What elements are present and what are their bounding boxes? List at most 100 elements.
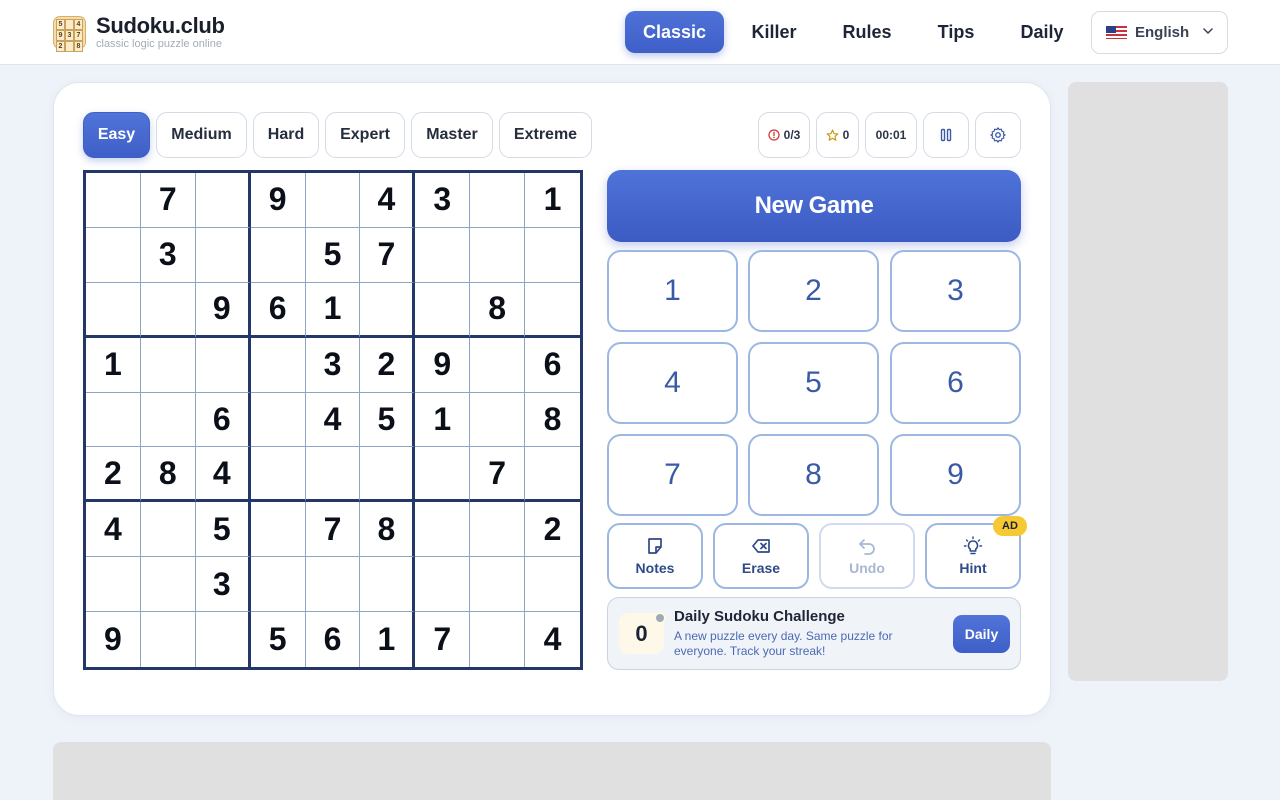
numpad-7[interactable]: 7 (607, 434, 738, 516)
numpad-6[interactable]: 6 (890, 342, 1021, 424)
board-cell[interactable]: 5 (195, 502, 251, 558)
board-cell[interactable] (470, 392, 526, 448)
numpad-4[interactable]: 4 (607, 342, 738, 424)
nav-classic[interactable]: Classic (625, 11, 724, 53)
board-cell[interactable] (470, 337, 526, 393)
erase-button[interactable]: Erase (713, 523, 809, 589)
board-cell[interactable] (250, 337, 306, 393)
board-cell[interactable] (360, 557, 416, 613)
board-cell[interactable]: 3 (195, 557, 251, 613)
daily-button[interactable]: Daily (953, 615, 1010, 653)
board-cell[interactable] (415, 282, 471, 338)
pause-button[interactable] (923, 112, 969, 158)
board-cell[interactable]: 4 (525, 612, 580, 667)
new-game-button[interactable]: New Game (607, 170, 1021, 242)
board-cell[interactable] (250, 502, 306, 558)
board-cell[interactable]: 8 (525, 393, 580, 448)
board-cell[interactable] (525, 228, 580, 283)
board-cell[interactable]: 1 (525, 173, 580, 228)
board-cell[interactable]: 9 (195, 282, 251, 338)
board-cell[interactable]: 8 (470, 282, 526, 338)
board-cell[interactable]: 2 (86, 447, 141, 503)
brand-title[interactable]: Sudoku.club (96, 13, 225, 39)
board-cell[interactable]: 8 (360, 502, 416, 558)
numpad-9[interactable]: 9 (890, 434, 1021, 516)
numpad-5[interactable]: 5 (748, 342, 879, 424)
board-cell[interactable]: 6 (250, 282, 306, 338)
difficulty-extreme[interactable]: Extreme (499, 112, 592, 158)
numpad-1[interactable]: 1 (607, 250, 738, 332)
board-cell[interactable] (525, 557, 580, 613)
board-cell[interactable]: 7 (305, 502, 361, 558)
nav-tips[interactable]: Tips (926, 11, 986, 53)
board-cell[interactable] (195, 173, 251, 228)
board-cell[interactable] (195, 337, 251, 393)
language-selector[interactable]: English (1091, 11, 1228, 54)
board-cell[interactable] (415, 227, 471, 283)
nav-daily[interactable]: Daily (1008, 11, 1076, 53)
board-cell[interactable] (86, 557, 141, 613)
board-cell[interactable] (470, 502, 526, 558)
board-cell[interactable] (250, 557, 306, 613)
board-cell[interactable]: 5 (360, 392, 416, 448)
board-cell[interactable] (360, 447, 416, 503)
board-cell[interactable]: 4 (360, 173, 416, 228)
difficulty-expert[interactable]: Expert (325, 112, 405, 158)
board-cell[interactable]: 1 (305, 282, 361, 338)
numpad-8[interactable]: 8 (748, 434, 879, 516)
difficulty-medium[interactable]: Medium (156, 112, 247, 158)
board-cell[interactable]: 5 (305, 227, 361, 283)
board-cell[interactable] (140, 502, 196, 558)
board-cell[interactable]: 3 (140, 227, 196, 283)
board-cell[interactable]: 2 (525, 502, 580, 558)
board-cell[interactable] (305, 173, 361, 228)
board-cell[interactable] (195, 227, 251, 283)
board-cell[interactable]: 7 (140, 173, 196, 228)
board-cell[interactable] (86, 227, 141, 283)
numpad-3[interactable]: 3 (890, 250, 1021, 332)
board-cell[interactable] (470, 227, 526, 283)
board-cell[interactable] (305, 447, 361, 503)
board-cell[interactable]: 4 (195, 447, 251, 503)
board-cell[interactable]: 6 (195, 392, 251, 448)
undo-button[interactable]: Undo (819, 523, 915, 589)
board-cell[interactable] (140, 392, 196, 448)
board-cell[interactable]: 6 (306, 612, 361, 667)
board-cell[interactable] (525, 447, 580, 503)
board-cell[interactable] (360, 282, 416, 338)
board-cell[interactable] (250, 227, 306, 283)
board-cell[interactable]: 4 (86, 502, 141, 558)
board-cell[interactable]: 2 (360, 337, 416, 393)
logo-icon[interactable]: 5493728 (53, 16, 86, 52)
board-cell[interactable] (86, 392, 141, 448)
board-cell[interactable]: 7 (360, 227, 416, 283)
board-cell[interactable]: 8 (140, 447, 196, 503)
difficulty-master[interactable]: Master (411, 112, 493, 158)
board-cell[interactable] (250, 447, 306, 503)
nav-killer[interactable]: Killer (740, 11, 808, 53)
board-cell[interactable] (470, 173, 526, 228)
board-cell[interactable] (305, 557, 361, 613)
settings-button[interactable] (975, 112, 1021, 158)
board-cell[interactable] (141, 612, 196, 667)
board-cell[interactable] (140, 337, 196, 393)
board-cell[interactable]: 9 (86, 612, 141, 667)
board-cell[interactable] (415, 447, 471, 503)
board-cell[interactable]: 5 (251, 612, 306, 667)
nav-rules[interactable]: Rules (830, 11, 904, 53)
board-cell[interactable] (140, 282, 196, 338)
board-cell[interactable] (470, 612, 526, 667)
board-cell[interactable] (86, 282, 141, 338)
board-cell[interactable]: 3 (305, 337, 361, 393)
board-cell[interactable]: 3 (415, 173, 471, 228)
board-cell[interactable] (86, 173, 141, 228)
board-cell[interactable]: 9 (415, 337, 471, 393)
board-cell[interactable]: 7 (415, 612, 471, 667)
board-cell[interactable] (470, 557, 526, 613)
numpad-2[interactable]: 2 (748, 250, 879, 332)
board-cell[interactable] (140, 557, 196, 613)
board-cell[interactable] (415, 502, 471, 558)
notes-button[interactable]: Notes (607, 523, 703, 589)
board-cell[interactable] (415, 557, 471, 613)
difficulty-easy[interactable]: Easy (83, 112, 150, 158)
